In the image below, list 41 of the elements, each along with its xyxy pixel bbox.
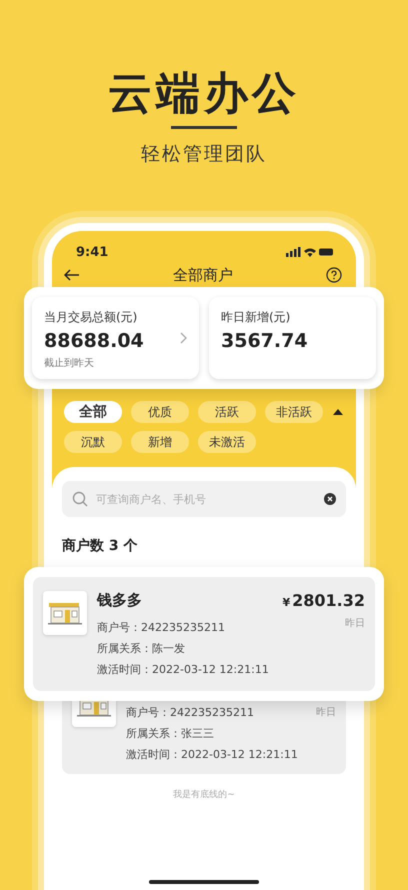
status-time: 9:41 — [76, 244, 108, 260]
end-of-list-note: 我是有底线的~ — [172, 788, 236, 801]
headline-underline — [171, 126, 237, 129]
stat-value: 88688.04 — [44, 330, 145, 352]
merchant-detail: 商户号：242235235211 — [126, 705, 255, 720]
page-title: 全部商户 — [173, 266, 233, 284]
filter-chip[interactable]: 活跃 — [198, 401, 256, 423]
clear-icon[interactable] — [324, 493, 336, 505]
stat-label: 当月交易总额(元) — [44, 309, 138, 326]
merchant-detail: 激活时间：2022-03-12 12:21:11 — [97, 662, 270, 677]
search-field[interactable]: 可查询商户名、手机号 — [94, 492, 318, 506]
stat-card[interactable]: 当月交易总额(元) 88688.04 截止到昨天 — [32, 297, 199, 379]
filter-chip[interactable]: 沉默 — [64, 431, 122, 453]
help-icon[interactable] — [326, 267, 342, 283]
filter-chip[interactable]: 未激活 — [198, 431, 256, 453]
headline: 云端办公 — [108, 67, 300, 121]
merchant-detail: 所属关系：张三三 — [126, 726, 215, 741]
status-icons — [286, 247, 334, 257]
filter-chip[interactable]: 新增 — [131, 431, 189, 453]
search-bar[interactable]: 可查询商户名、手机号 — [62, 481, 346, 517]
search-icon — [72, 491, 88, 507]
merchant-card[interactable]: 商户号：242235235211 所属关系：张三三 激活时间：2022-03-12 12:21:11 昨日 — [62, 701, 346, 774]
filter-chip[interactable]: 全部 — [64, 401, 122, 423]
filter-chip[interactable]: 非活跃 — [265, 401, 323, 423]
collapse-icon[interactable] — [332, 408, 344, 416]
store-icon — [43, 591, 87, 635]
stat-note: 截止到昨天 — [44, 356, 95, 370]
subtitle: 轻松管理团队 — [141, 142, 267, 167]
merchant-card[interactable]: 钱多多 商户号：242235235211 所属关系：陈一发 激活时间：2022-03-12 12:21:11 ¥2801.32 昨日 — [33, 577, 375, 691]
stat-label: 昨日新增(元) — [221, 309, 292, 326]
merchant-detail: 商户号：242235235211 — [97, 620, 226, 635]
merchant-amount: ¥2801.32 — [282, 591, 365, 610]
amount-date: 昨日 — [316, 706, 336, 719]
merchant-detail: 所属关系：陈一发 — [97, 641, 186, 656]
amount-date: 昨日 — [345, 617, 365, 630]
filter-chip[interactable]: 优质 — [131, 401, 189, 423]
merchant-name: 钱多多 — [97, 591, 143, 610]
stat-value: 3567.74 — [221, 330, 309, 352]
merchant-count: 商户数 3 个 — [62, 537, 138, 555]
back-arrow-icon[interactable] — [64, 269, 80, 281]
merchant-detail: 激活时间：2022-03-12 12:21:11 — [126, 747, 299, 762]
